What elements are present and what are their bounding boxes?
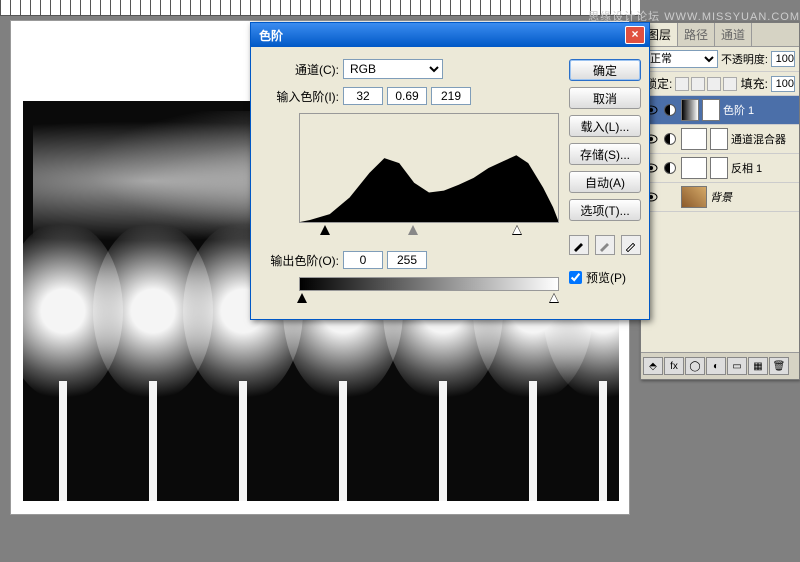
fill-label: 填充: bbox=[741, 75, 768, 92]
layer-mask-thumbnail bbox=[710, 128, 728, 150]
output-white-field[interactable] bbox=[387, 251, 427, 269]
white-point-slider[interactable] bbox=[512, 225, 522, 235]
adjustment-icon bbox=[662, 161, 678, 175]
dialog-title: 色阶 bbox=[255, 27, 625, 44]
layer-thumbnail bbox=[681, 186, 707, 208]
lock-transparency-icon[interactable] bbox=[675, 77, 689, 91]
layer-thumbnail bbox=[681, 99, 699, 121]
lock-all-icon[interactable] bbox=[723, 77, 737, 91]
ok-button[interactable]: 确定 bbox=[569, 59, 641, 81]
output-gradient bbox=[299, 277, 559, 291]
black-eyedropper-icon[interactable] bbox=[569, 235, 589, 255]
blend-mode-select[interactable]: 正常 bbox=[645, 50, 718, 68]
load-button[interactable]: 载入(L)... bbox=[569, 115, 641, 137]
adjustment-icon bbox=[662, 132, 678, 146]
layer-row-channel-mixer[interactable]: 通道混合器 bbox=[641, 125, 799, 154]
layer-name[interactable]: 通道混合器 bbox=[731, 131, 797, 147]
close-button[interactable]: × bbox=[625, 26, 645, 44]
white-eyedropper-icon[interactable] bbox=[621, 235, 641, 255]
input-slider[interactable] bbox=[299, 225, 559, 239]
layer-row-background[interactable]: 背景 bbox=[641, 183, 799, 212]
channel-select[interactable]: RGB bbox=[343, 59, 443, 79]
histogram-display bbox=[299, 113, 559, 223]
opacity-label: 不透明度: bbox=[721, 51, 768, 67]
gamma-slider[interactable] bbox=[408, 225, 418, 235]
preview-checkbox[interactable] bbox=[569, 271, 582, 284]
save-button[interactable]: 存储(S)... bbox=[569, 143, 641, 165]
gray-eyedropper-icon[interactable] bbox=[595, 235, 615, 255]
black-point-slider[interactable] bbox=[320, 225, 330, 235]
horizontal-ruler bbox=[0, 0, 640, 16]
fill-field[interactable] bbox=[771, 76, 795, 92]
preview-label: 预览(P) bbox=[586, 269, 626, 286]
cancel-button[interactable]: 取消 bbox=[569, 87, 641, 109]
options-button[interactable]: 选项(T)... bbox=[569, 199, 641, 221]
tab-channels[interactable]: 通道 bbox=[715, 23, 752, 46]
lock-pixels-icon[interactable] bbox=[691, 77, 705, 91]
tab-paths[interactable]: 路径 bbox=[678, 23, 715, 46]
input-black-field[interactable] bbox=[343, 87, 383, 105]
adjustment-icon bbox=[662, 103, 678, 117]
layer-thumbnail bbox=[681, 128, 707, 150]
input-white-field[interactable] bbox=[431, 87, 471, 105]
layer-name[interactable]: 色阶 1 bbox=[723, 102, 797, 118]
layer-name[interactable]: 反相 1 bbox=[731, 160, 797, 176]
input-gamma-field[interactable] bbox=[387, 87, 427, 105]
new-layer-icon[interactable]: ▦ bbox=[748, 357, 768, 375]
add-mask-icon[interactable]: ◯ bbox=[685, 357, 705, 375]
auto-button[interactable]: 自动(A) bbox=[569, 171, 641, 193]
layer-mask-thumbnail bbox=[702, 99, 720, 121]
levels-dialog: 色阶 × 通道(C): RGB 输入色阶(I): bbox=[250, 22, 650, 320]
layer-mask-thumbnail bbox=[710, 157, 728, 179]
output-black-slider[interactable] bbox=[297, 293, 307, 303]
layer-name[interactable]: 背景 bbox=[710, 189, 797, 205]
layer-row-invert[interactable]: 反相 1 bbox=[641, 154, 799, 183]
opacity-field[interactable] bbox=[771, 51, 795, 67]
output-black-field[interactable] bbox=[343, 251, 383, 269]
delete-layer-icon[interactable]: 🗑 bbox=[769, 357, 789, 375]
channel-label: 通道(C): bbox=[283, 61, 339, 78]
input-levels-label: 输入色阶(I): bbox=[263, 88, 339, 105]
layer-thumbnail bbox=[681, 157, 707, 179]
adjustment-layer-icon[interactable]: ◐ bbox=[706, 357, 726, 375]
output-slider[interactable] bbox=[299, 293, 559, 307]
dialog-titlebar[interactable]: 色阶 × bbox=[251, 23, 649, 47]
layer-row-levels[interactable]: 色阶 1 bbox=[641, 96, 799, 125]
output-white-slider[interactable] bbox=[549, 293, 559, 303]
layers-panel: 图层 路径 通道 正常 不透明度: 锁定: 填充: 色阶 1 通道混合器 bbox=[640, 22, 800, 380]
output-levels-label: 输出色阶(O): bbox=[263, 252, 339, 269]
layer-style-icon[interactable]: fx bbox=[664, 357, 684, 375]
link-layers-icon[interactable]: ⬘ bbox=[643, 357, 663, 375]
new-group-icon[interactable]: ▭ bbox=[727, 357, 747, 375]
lock-position-icon[interactable] bbox=[707, 77, 721, 91]
